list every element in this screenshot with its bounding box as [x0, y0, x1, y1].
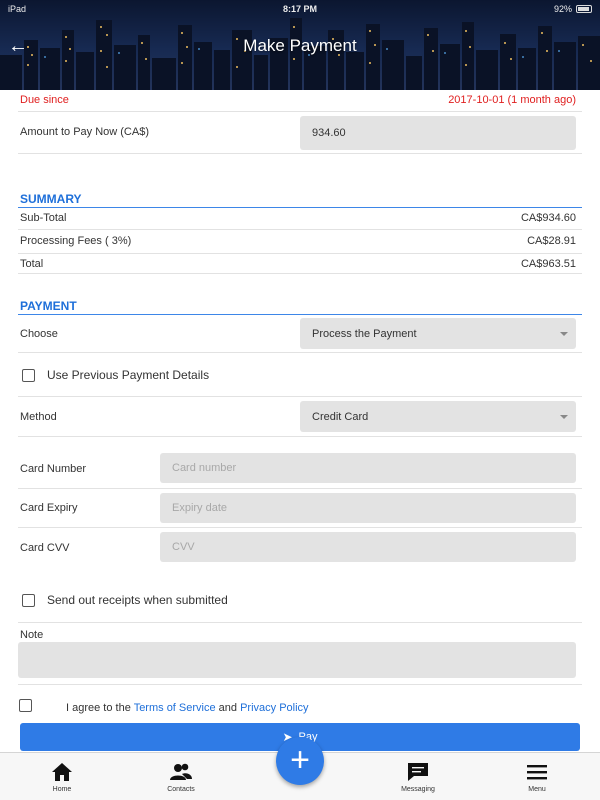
- tab-home[interactable]: Home: [12, 753, 112, 800]
- agree-checkbox[interactable]: [19, 699, 32, 712]
- messaging-icon: [408, 763, 428, 781]
- summary-row-total: Total CA$963.51: [18, 254, 582, 274]
- card-number-input[interactable]: Card number: [160, 453, 576, 483]
- due-label: Due since: [20, 94, 69, 106]
- subtotal-label: Sub-Total: [20, 212, 67, 224]
- method-select[interactable]: Credit Card: [300, 401, 576, 432]
- tab-menu[interactable]: Menu: [487, 753, 587, 800]
- add-button[interactable]: +: [276, 737, 324, 785]
- subtotal-value: CA$934.60: [520, 212, 576, 224]
- status-battery-percent: 92%: [553, 4, 572, 14]
- tab-home-label: Home: [52, 786, 72, 793]
- menu-icon: [527, 765, 547, 780]
- agree-row: I agree to the Terms of Service and Priv…: [18, 685, 582, 719]
- page-title: Make Payment: [243, 36, 357, 55]
- agree-and: and: [215, 702, 241, 714]
- send-receipts-label: Send out receipts when submitted: [47, 593, 228, 607]
- summary-row-subtotal: Sub-Total CA$934.60: [18, 208, 582, 230]
- use-previous-label: Use Previous Payment Details: [47, 368, 210, 382]
- card-expiry-input[interactable]: Expiry date: [160, 493, 576, 523]
- note-row: Note: [18, 623, 582, 685]
- amount-input[interactable]: 934.60: [300, 116, 576, 150]
- status-time: 8:17 PM: [282, 4, 317, 14]
- tab-messaging-label: Messaging: [401, 786, 435, 793]
- dropdown-caret-icon: [560, 331, 568, 336]
- home-icon: [52, 763, 72, 781]
- agree-text: I agree to the Terms of Service and Priv…: [66, 702, 309, 714]
- card-cvv-label: Card CVV: [20, 542, 70, 554]
- fees-value: CA$28.91: [527, 235, 576, 247]
- tab-menu-label: Menu: [528, 786, 546, 793]
- fees-label: Processing Fees ( 3%): [20, 235, 132, 247]
- choose-select[interactable]: Process the Payment: [300, 318, 576, 349]
- method-selected-value: Credit Card: [312, 410, 369, 423]
- summary-section-title: SUMMARY: [20, 192, 82, 206]
- use-previous-row: Use Previous Payment Details: [18, 353, 582, 397]
- send-receipts-checkbox[interactable]: [22, 594, 35, 607]
- payment-section-title: PAYMENT: [20, 299, 77, 313]
- choose-selected-value: Process the Payment: [312, 327, 417, 340]
- privacy-link[interactable]: Privacy Policy: [240, 702, 308, 714]
- receipts-row: Send out receipts when submitted: [18, 581, 582, 623]
- method-label: Method: [20, 411, 57, 423]
- amount-label: Amount to Pay Now (CA$): [20, 126, 149, 138]
- card-expiry-row: Card Expiry Expiry date: [18, 489, 582, 528]
- due-row: Due since 2017-10-01 (1 month ago): [18, 90, 582, 112]
- amount-row: Amount to Pay Now (CA$) 934.60: [18, 112, 582, 154]
- choose-row: Choose Process the Payment: [18, 315, 582, 353]
- due-value: 2017-10-01 (1 month ago): [448, 94, 576, 106]
- dropdown-caret-icon: [560, 414, 568, 419]
- tab-messaging[interactable]: Messaging: [368, 753, 468, 800]
- tab-contacts[interactable]: Contacts: [131, 753, 231, 800]
- terms-link[interactable]: Terms of Service: [134, 702, 216, 714]
- card-number-label: Card Number: [20, 463, 87, 475]
- method-row: Method Credit Card: [18, 397, 582, 437]
- card-cvv-input[interactable]: CVV: [160, 532, 576, 562]
- agree-prefix: I agree to the: [66, 702, 134, 714]
- card-cvv-row: Card CVV CVV: [18, 528, 582, 566]
- card-expiry-label: Card Expiry: [20, 502, 78, 514]
- total-label: Total: [20, 258, 44, 270]
- note-input[interactable]: [18, 642, 576, 678]
- status-bar: iPad 8:17 PM 92%: [0, 0, 600, 18]
- total-value: CA$963.51: [520, 258, 576, 270]
- choose-label: Choose: [20, 328, 58, 340]
- tab-contacts-label: Contacts: [167, 786, 195, 793]
- card-number-row: Card Number Card number: [18, 449, 582, 489]
- use-previous-checkbox[interactable]: [22, 369, 35, 382]
- contacts-icon: [170, 763, 192, 780]
- battery-icon: [576, 5, 592, 13]
- plus-icon: +: [290, 741, 310, 779]
- note-label: Note: [20, 629, 44, 641]
- summary-row-fees: Processing Fees ( 3%) CA$28.91: [18, 230, 582, 254]
